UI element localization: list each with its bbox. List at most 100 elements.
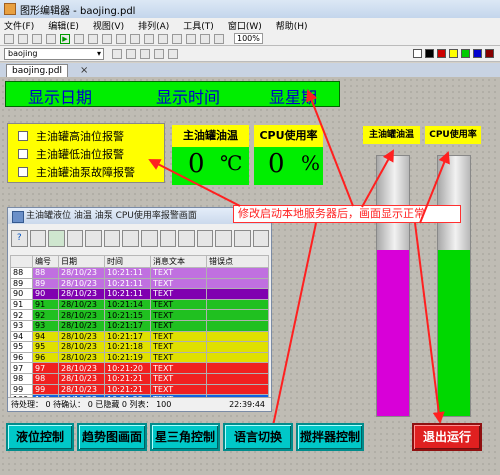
alarm-panel: 主油罐高油位报警 主油罐低油位报警 主油罐油泵故障报警 <box>7 123 165 183</box>
color-swatch-black[interactable] <box>425 49 434 58</box>
redo-icon[interactable] <box>130 33 140 44</box>
table-row[interactable]: 93 93 28/10/23 10:21:17 TEXT <box>10 319 269 332</box>
level-control-button[interactable]: 液位控制 <box>6 423 74 451</box>
print-icon[interactable] <box>233 229 251 247</box>
table-row[interactable]: 91 91 28/10/23 10:21:14 TEXT <box>10 298 269 311</box>
column-header[interactable]: 日期 <box>58 255 105 268</box>
color-swatch-white[interactable] <box>413 49 422 58</box>
flag-icon[interactable] <box>159 229 177 247</box>
id-cell: 91 <box>32 298 59 311</box>
paste-icon[interactable] <box>102 33 112 44</box>
column-header[interactable]: 错误点 <box>206 255 269 268</box>
mixer-control-button[interactable]: 搅拌器控制 <box>296 423 364 451</box>
align-icon[interactable] <box>158 33 168 44</box>
italic-icon[interactable] <box>126 48 136 59</box>
ungroup-icon[interactable] <box>186 33 196 44</box>
table-row[interactable]: 99 99 28/10/23 10:21:21 TEXT <box>10 383 269 396</box>
color-swatch-red[interactable] <box>437 49 446 58</box>
zoom-out-icon[interactable] <box>214 33 224 44</box>
filter-icon[interactable] <box>85 229 102 247</box>
stats-icon[interactable] <box>252 229 270 247</box>
settings-icon[interactable] <box>196 229 214 247</box>
table-row[interactable]: 92 92 28/10/23 10:21:15 TEXT <box>10 309 269 321</box>
menu-window[interactable]: 窗口(W) <box>228 19 262 32</box>
export-icon[interactable] <box>215 229 232 247</box>
tab-baojing[interactable]: baojing.pdl <box>6 64 68 77</box>
alarm-label: 主油罐低油位报警 <box>36 148 124 161</box>
row-number-cell: 91 <box>10 298 33 311</box>
zoom-in-icon[interactable] <box>200 33 210 44</box>
alarm-status-text: 待处理： 0 待确认： 0 已隐藏 0 列表： 100 <box>11 400 172 409</box>
menu-tools[interactable]: 工具(T) <box>183 19 214 32</box>
menu-edit[interactable]: 编辑(E) <box>48 19 79 32</box>
menu-help[interactable]: 帮助(H) <box>276 19 308 32</box>
save-icon[interactable] <box>32 33 42 44</box>
lock-icon[interactable] <box>103 229 121 247</box>
help-icon[interactable]: ? <box>11 229 28 247</box>
time-cell: 10:21:15 <box>104 309 151 321</box>
column-header[interactable]: 消息文本 <box>150 255 207 268</box>
align-right-icon[interactable] <box>168 48 178 59</box>
menu-view[interactable]: 视图(V) <box>93 19 124 32</box>
oil-temp-value: 0 <box>188 149 205 179</box>
weekday-display: 显星期 <box>269 88 318 107</box>
group-icon[interactable] <box>172 33 182 44</box>
alarm-label: 主油罐油泵故障报警 <box>36 166 135 179</box>
table-row[interactable]: 98 98 28/10/23 10:21:21 TEXT <box>10 372 269 385</box>
grid-icon[interactable] <box>144 33 154 44</box>
table-row[interactable]: 95 95 28/10/23 10:21:18 TEXT <box>10 341 269 353</box>
time-cell: 10:21:20 <box>104 362 151 374</box>
close-tab-icon[interactable]: × <box>80 65 88 76</box>
row-number-cell: 98 <box>10 372 33 385</box>
menu-arrange[interactable]: 排列(A) <box>138 19 169 32</box>
undo-icon[interactable] <box>116 33 126 44</box>
oil-temp-bar <box>376 155 410 417</box>
acknowledge-all-icon[interactable] <box>66 229 84 247</box>
save-all-icon[interactable] <box>46 33 56 44</box>
trend-screen-button[interactable]: 趋势图画面 <box>77 423 147 451</box>
column-header[interactable] <box>10 255 33 268</box>
column-header[interactable]: 编号 <box>32 255 59 268</box>
acknowledge-icon[interactable] <box>48 229 65 247</box>
row-number-cell: 99 <box>10 383 33 396</box>
align-center-icon[interactable] <box>154 48 164 59</box>
alarm-checkbox[interactable] <box>18 149 28 159</box>
table-row[interactable]: 89 89 28/10/23 10:21:11 TEXT <box>10 277 269 290</box>
new-file-icon[interactable] <box>4 33 14 44</box>
exit-runtime-button[interactable]: 退出运行 <box>412 423 482 451</box>
table-row[interactable]: 94 94 28/10/23 10:21:17 TEXT <box>10 330 269 343</box>
table-row[interactable]: 97 97 28/10/23 10:21:20 TEXT <box>10 362 269 374</box>
run-icon[interactable]: ▶ <box>60 33 70 44</box>
color-swatch-maroon[interactable] <box>485 49 494 58</box>
color-swatch-blue[interactable] <box>473 49 482 58</box>
hide-icon[interactable] <box>122 229 140 247</box>
language-switch-button[interactable]: 语言切换 <box>223 423 293 451</box>
screen-combo[interactable]: baojing <box>4 47 104 60</box>
table-row[interactable]: 90 90 28/10/23 10:21:11 TEXT <box>10 288 269 300</box>
row-number-cell: 97 <box>10 362 33 374</box>
table-row[interactable]: 88 88 28/10/23 10:21:11 TEXT <box>10 267 269 279</box>
oil-temp-bar-fill <box>377 249 409 416</box>
table-row[interactable]: 96 96 28/10/23 10:21:19 TEXT <box>10 351 269 364</box>
star-delta-control-button[interactable]: 星三角控制 <box>150 423 220 451</box>
checklist-icon[interactable] <box>178 229 195 247</box>
open-folder-icon[interactable] <box>18 33 28 44</box>
tab-label: baojing.pdl <box>12 66 62 76</box>
alarm-checkbox[interactable] <box>18 167 28 177</box>
alarm-checkbox[interactable] <box>18 131 28 141</box>
color-swatch-yellow[interactable] <box>449 49 458 58</box>
color-swatch-green[interactable] <box>461 49 470 58</box>
copy-icon[interactable] <box>88 33 98 44</box>
column-header[interactable]: 时间 <box>104 255 151 268</box>
cut-icon[interactable] <box>74 33 84 44</box>
align-left-icon[interactable] <box>140 48 150 59</box>
time-cell: 10:21:19 <box>104 351 151 364</box>
bold-icon[interactable] <box>112 48 122 59</box>
sort-icon[interactable] <box>141 229 158 247</box>
zoom-select[interactable]: 100% <box>234 33 263 44</box>
list-icon[interactable] <box>29 229 47 247</box>
menu-file[interactable]: 文件(F) <box>4 19 34 32</box>
format-toolbar: baojing <box>0 46 500 62</box>
row-number-cell: 92 <box>10 309 33 321</box>
time-cell: 10:21:14 <box>104 298 151 311</box>
